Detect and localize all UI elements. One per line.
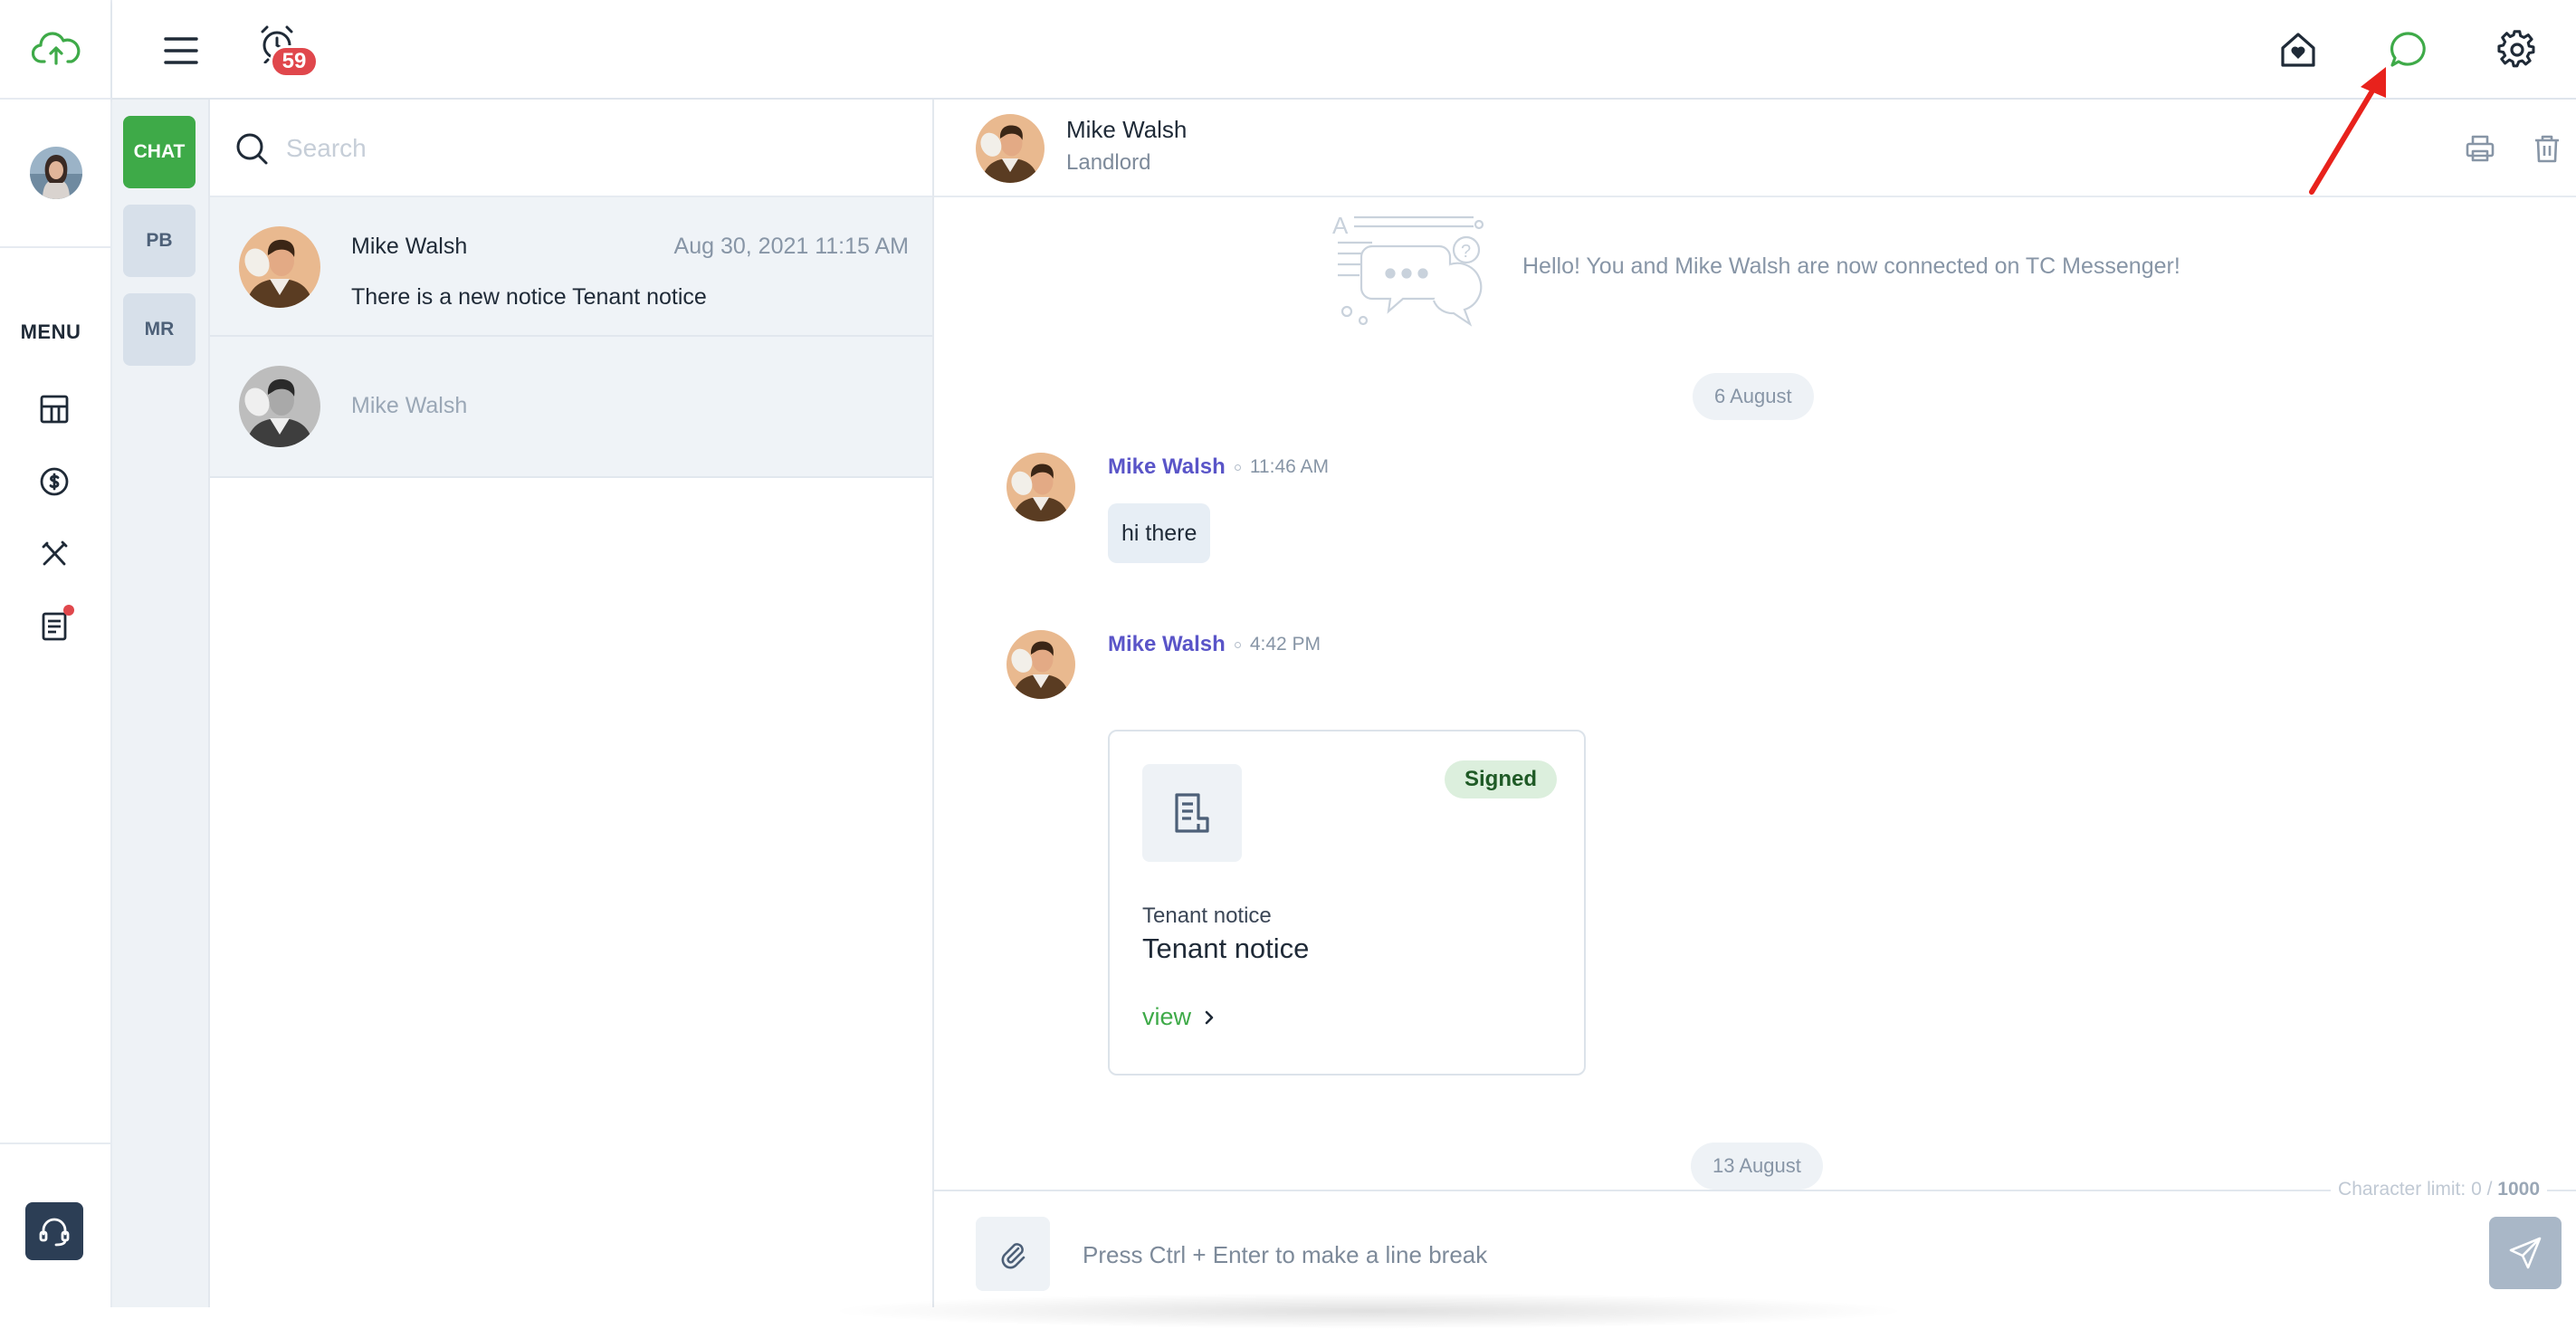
- tab-chat[interactable]: CHAT: [123, 116, 196, 188]
- settings-button[interactable]: [2491, 24, 2543, 76]
- svg-text:?: ?: [1461, 242, 1471, 262]
- reminders-count-badge: 59: [270, 45, 319, 78]
- separator-dot: [1234, 464, 1241, 471]
- message-time: 4:42 PM: [1249, 634, 1321, 655]
- menu-toggle-button[interactable]: [157, 27, 205, 74]
- date-divider: 6 August: [1693, 373, 1814, 420]
- sender-avatar: [1007, 453, 1075, 521]
- rail-dashboard-button[interactable]: [33, 387, 76, 431]
- print-button[interactable]: [2460, 129, 2500, 168]
- support-button[interactable]: [25, 1202, 83, 1260]
- message-input[interactable]: [1081, 1229, 2438, 1280]
- hamburger-icon: [164, 37, 198, 64]
- conversation-name: Mike Walsh: [351, 234, 468, 259]
- search-bar: [210, 100, 932, 197]
- top-bar: 59: [112, 0, 2576, 100]
- view-link-label: view: [1142, 1003, 1192, 1030]
- document-type: Tenant notice: [1142, 904, 1272, 928]
- annotation-arrow: [2309, 67, 2386, 195]
- contact-role: Landlord: [1066, 150, 1151, 175]
- rail-documents-button[interactable]: [33, 605, 76, 648]
- chat-panel: Mike Walsh Landlord A ? Hello! You and M…: [825, 100, 2576, 1329]
- rail-payments-button[interactable]: [33, 460, 76, 503]
- left-rail: MENU: [0, 0, 112, 1307]
- tab-pb[interactable]: PB: [123, 205, 196, 277]
- contact-name: Mike Walsh: [1066, 116, 1188, 143]
- character-limit: Character limit: 0 / 1000: [2331, 1179, 2547, 1200]
- tools-icon: [42, 540, 68, 566]
- document-card: Signed Tenant notice Tenant notice view: [1108, 730, 1586, 1076]
- message-sender: Mike Walsh: [1108, 454, 1226, 479]
- contact-avatar: [976, 114, 1045, 183]
- conversation-name: Mike Walsh: [351, 393, 468, 418]
- conversation-item[interactable]: Mike Walsh: [210, 337, 932, 478]
- tab-mr[interactable]: MR: [123, 293, 196, 366]
- cloud-upload-icon: [32, 32, 81, 65]
- paperclip-icon: [1001, 1243, 1026, 1269]
- conversation-time: Aug 30, 2021 11:15 AM: [673, 234, 909, 259]
- menu-label: MENU: [20, 320, 81, 343]
- view-document-link[interactable]: view: [1142, 1003, 1215, 1031]
- search-icon: [236, 133, 268, 165]
- send-button[interactable]: [2489, 1217, 2562, 1289]
- bottom-shadow: [825, 1293, 1912, 1329]
- notification-dot: [63, 605, 74, 616]
- composer-divider: [934, 1190, 2576, 1191]
- trash-icon: [2535, 135, 2559, 163]
- conversation-item[interactable]: Mike Walsh Aug 30, 2021 11:15 AM There i…: [210, 197, 932, 337]
- svg-text:A: A: [1332, 212, 1349, 239]
- document-icon: [42, 612, 67, 641]
- conversation-preview: There is a new notice Tenant notice: [351, 284, 707, 310]
- attach-button[interactable]: [976, 1217, 1050, 1291]
- date-divider: 13 August: [1691, 1143, 1823, 1190]
- dashboard-icon: [40, 395, 69, 424]
- character-count: 0: [2471, 1179, 2482, 1200]
- message-meta: Mike Walsh 4:42 PM: [1108, 632, 1321, 657]
- chat-bubbles-illustration: A ?: [1332, 212, 1484, 327]
- character-max: 1000: [2497, 1179, 2540, 1200]
- separator-dot: [1234, 641, 1241, 648]
- delete-button[interactable]: [2527, 129, 2567, 168]
- signed-badge: Signed: [1444, 760, 1557, 798]
- sender-avatar: [1007, 630, 1075, 699]
- chevron-right-icon: [1205, 1010, 1214, 1024]
- printer-icon: [2466, 135, 2495, 162]
- contact-avatar: [239, 226, 320, 308]
- message-bubble: hi there: [1108, 503, 1211, 563]
- welcome-message: Hello! You and Mike Walsh are now connec…: [1522, 253, 2180, 279]
- character-limit-label: Character limit:: [2338, 1179, 2466, 1200]
- document-thumbnail: [1142, 764, 1242, 862]
- chat-category-tabs: CHAT PB MR: [112, 100, 210, 1307]
- document-icon: [1175, 793, 1209, 833]
- headset-icon: [39, 1218, 70, 1247]
- conversation-list: Mike Walsh Aug 30, 2021 11:15 AM There i…: [210, 100, 934, 1307]
- send-icon: [2509, 1237, 2542, 1269]
- message-meta: Mike Walsh 11:46 AM: [1108, 454, 1329, 480]
- app-logo[interactable]: [0, 0, 112, 100]
- rail-maintenance-button[interactable]: [33, 532, 76, 576]
- gear-icon: [2497, 30, 2535, 68]
- dollar-icon: [40, 467, 69, 496]
- user-avatar[interactable]: [30, 147, 82, 199]
- document-title: Tenant notice: [1142, 932, 1310, 964]
- message-time: 11:46 AM: [1249, 456, 1329, 477]
- contact-avatar: [239, 366, 320, 447]
- search-input[interactable]: [284, 125, 900, 172]
- message-sender: Mike Walsh: [1108, 632, 1226, 656]
